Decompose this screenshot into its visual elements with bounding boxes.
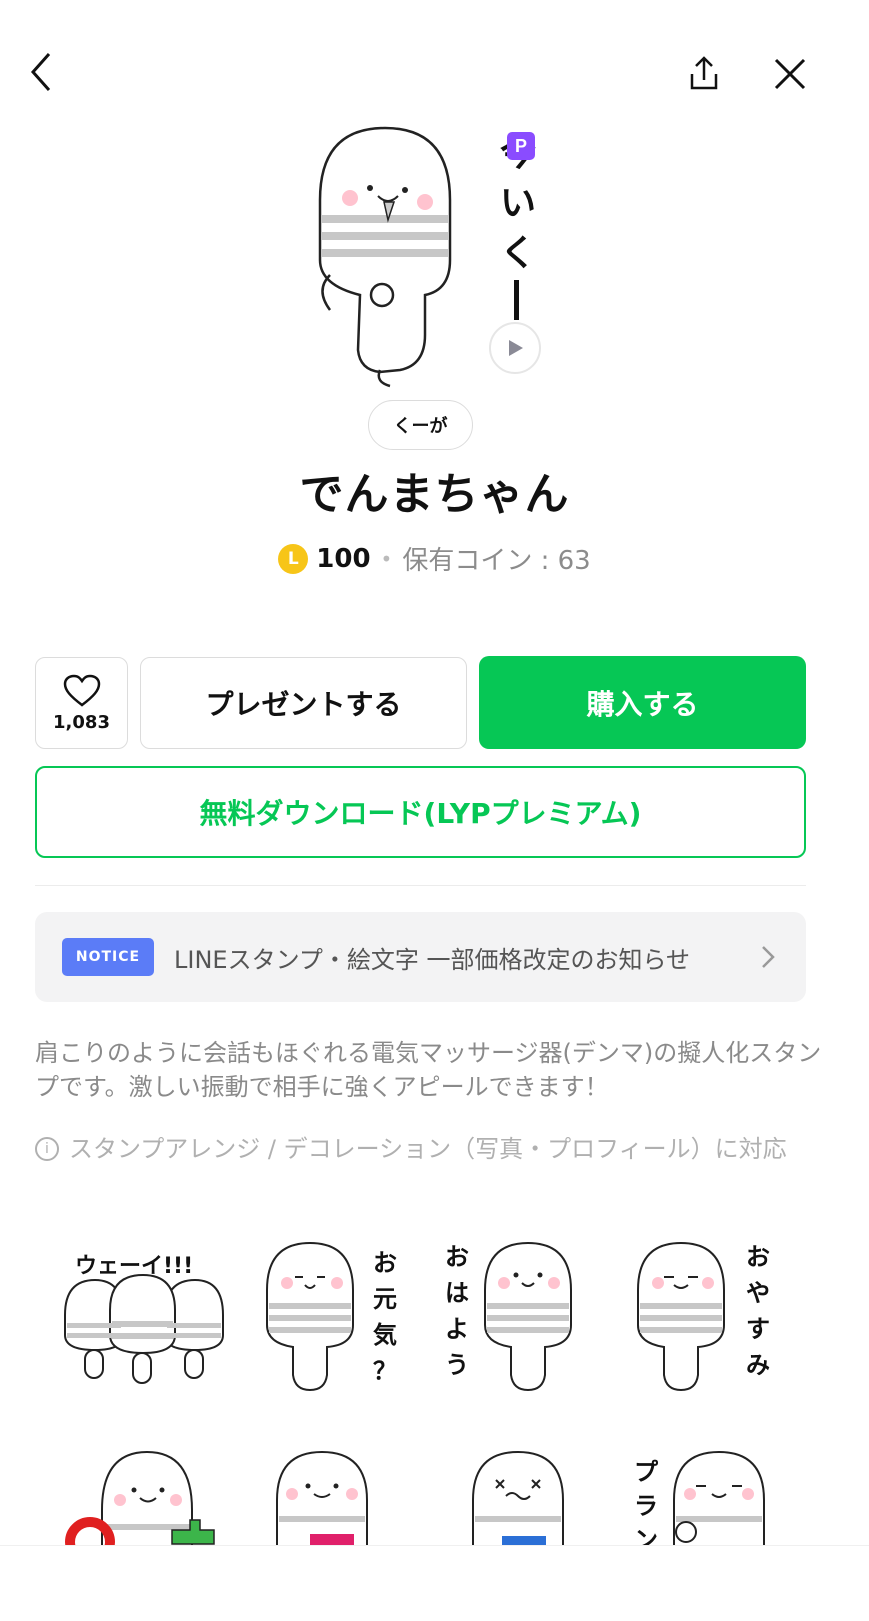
svg-text:す: す bbox=[746, 1315, 770, 1343]
svg-text:い: い bbox=[500, 183, 536, 224]
sticker-text: お bbox=[746, 1243, 770, 1271]
info-icon: i bbox=[35, 1137, 59, 1161]
like-count: 1,083 bbox=[53, 711, 110, 733]
coin-icon: L bbox=[278, 543, 309, 574]
price-value: 100 bbox=[316, 543, 371, 574]
like-button[interactable]: 1,083 bbox=[35, 657, 128, 749]
product-description: 肩こりのように会話もほぐれる電気マッサージ器(デンマ)の擬人化スタンプです。激し… bbox=[35, 1039, 822, 1101]
sticker-text: お bbox=[445, 1243, 469, 1271]
svg-text:く: く bbox=[500, 233, 536, 274]
heart-icon bbox=[63, 674, 100, 707]
free-download-button[interactable]: 無料ダウンロード(LYPプレミアム) bbox=[35, 766, 806, 858]
play-icon bbox=[509, 340, 523, 356]
svg-text:元: 元 bbox=[373, 1285, 397, 1313]
separator-dot: • bbox=[380, 546, 393, 571]
notice-tag: NOTICE bbox=[62, 938, 154, 976]
sticker-text: プ bbox=[634, 1458, 659, 1486]
sticker-item[interactable]: お や す み bbox=[628, 1235, 808, 1405]
back-button[interactable] bbox=[14, 44, 70, 100]
sticker-text: お bbox=[373, 1249, 397, 1277]
svg-text:み: み bbox=[746, 1351, 770, 1379]
sticker-item[interactable]: お 元 気 ？ bbox=[255, 1235, 435, 1405]
arrange-info: i スタンプアレンジ / デコレーション（写真・プロフィール）に対応 bbox=[35, 1133, 825, 1165]
arrange-info-text: スタンプアレンジ / デコレーション（写真・プロフィール）に対応 bbox=[69, 1135, 787, 1163]
buy-button[interactable]: 購入する bbox=[479, 656, 806, 749]
divider bbox=[35, 885, 806, 886]
author-chip[interactable]: くーが bbox=[368, 400, 473, 450]
bottom-bar bbox=[0, 1545, 869, 1621]
chevron-left-icon bbox=[30, 53, 51, 91]
svg-text:？: ？ bbox=[373, 1357, 397, 1385]
owned-coins: 保有コイン : 63 bbox=[402, 546, 591, 576]
svg-text:や: や bbox=[746, 1279, 770, 1307]
close-icon bbox=[774, 58, 806, 90]
present-button[interactable]: プレゼントする bbox=[140, 657, 467, 749]
price-row: L 100 • 保有コイン : 63 bbox=[0, 540, 869, 577]
svg-text:は: は bbox=[445, 1279, 469, 1307]
play-preview-button[interactable] bbox=[489, 322, 541, 374]
share-icon bbox=[690, 56, 718, 90]
close-button[interactable] bbox=[762, 46, 818, 102]
notice-text: LINEスタンプ・絵文字 一部価格改定のお知らせ bbox=[174, 945, 690, 974]
notice-banner[interactable]: NOTICE LINEスタンプ・絵文字 一部価格改定のお知らせ bbox=[35, 912, 806, 1002]
svg-text:気: 気 bbox=[373, 1321, 397, 1349]
share-button[interactable] bbox=[676, 46, 732, 102]
svg-text:ラ: ラ bbox=[634, 1492, 658, 1520]
svg-text:よ: よ bbox=[445, 1315, 469, 1343]
sticker-item[interactable]: お は よ う bbox=[440, 1235, 620, 1405]
svg-text:う: う bbox=[445, 1351, 469, 1379]
premium-badge: P bbox=[507, 132, 535, 160]
chevron-right-icon bbox=[762, 946, 775, 968]
product-title: でんまちゃん bbox=[299, 469, 570, 520]
sticker-item[interactable]: ウェーイ!!! bbox=[55, 1235, 235, 1405]
